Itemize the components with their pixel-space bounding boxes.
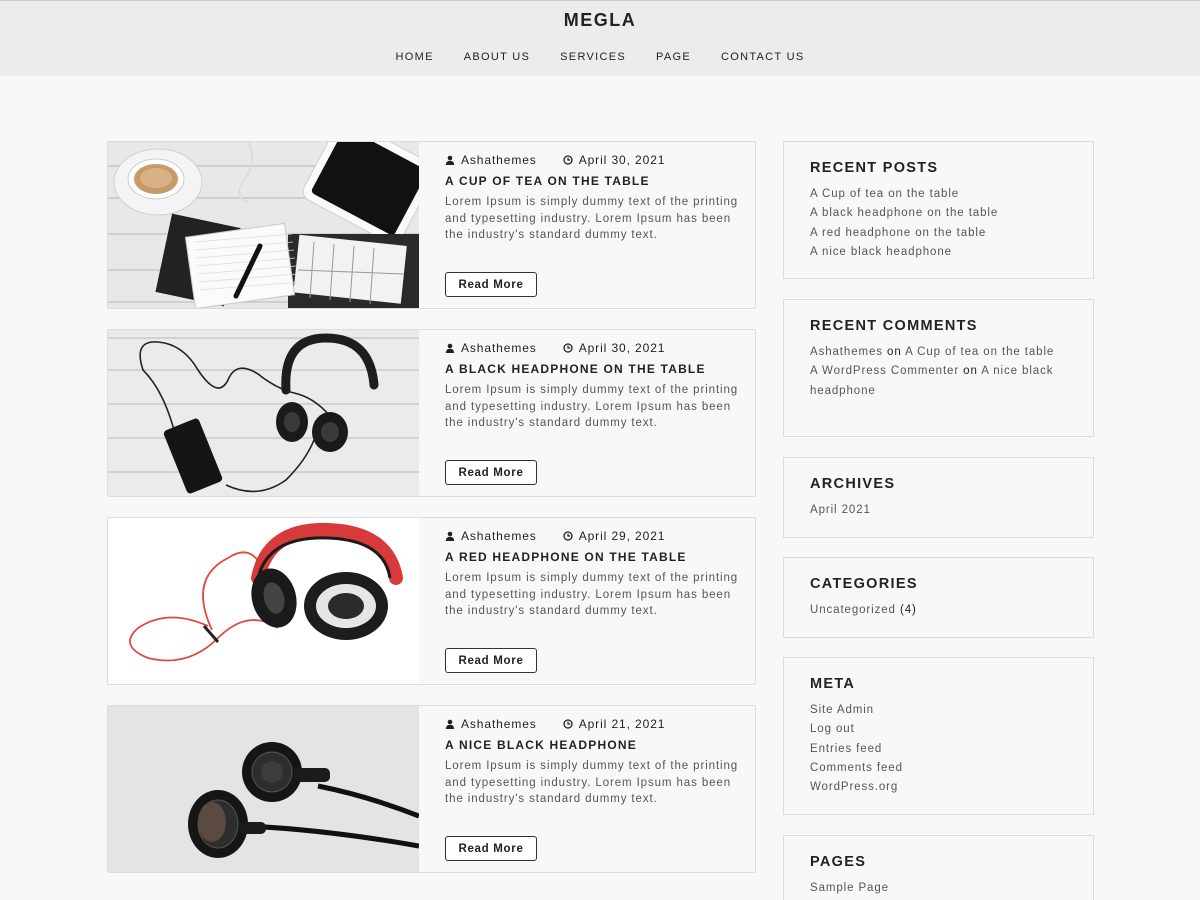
widget-title: RECENT COMMENTS	[810, 318, 978, 334]
comment-author-link[interactable]: A WordPress Commenter	[810, 365, 959, 377]
post-meta: Ashathemes April 21, 2021	[445, 717, 665, 731]
meta-entries-feed-link[interactable]: Entries feed	[810, 740, 1070, 759]
read-more-button[interactable]: Read More	[445, 460, 537, 485]
recent-comment: Ashathemes on A Cup of tea on the table	[810, 343, 1070, 362]
clock-icon	[563, 531, 573, 541]
post-thumbnail-black-headphone[interactable]	[108, 330, 419, 496]
post-excerpt: Lorem Ipsum is simply dummy text of the …	[445, 196, 739, 242]
post-excerpt: Lorem Ipsum is simply dummy text of the …	[445, 384, 739, 430]
clock-icon	[563, 155, 573, 165]
meta-comments-feed-link[interactable]: Comments feed	[810, 759, 1070, 778]
page-link[interactable]: Sample Page	[810, 879, 1070, 898]
post-thumbnail-earphones[interactable]	[108, 706, 419, 872]
post-title[interactable]: A RED HEADPHONE ON THE TABLE	[445, 550, 687, 564]
recent-post-link[interactable]: A black headphone on the table	[810, 204, 1070, 223]
user-icon	[445, 343, 455, 353]
post-date[interactable]: April 29, 2021	[579, 529, 666, 543]
user-icon	[445, 531, 455, 541]
nav-about-us[interactable]: ABOUT US	[464, 51, 530, 63]
widget-title: RECENT POSTS	[810, 160, 939, 176]
user-icon	[445, 155, 455, 165]
post-card: Ashathemes April 29, 2021 A RED HEADPHON…	[107, 517, 756, 685]
comment-on-text: on	[887, 346, 902, 358]
post-author[interactable]: Ashathemes	[461, 717, 537, 731]
widget-title: CATEGORIES	[810, 576, 918, 592]
widget-categories: CATEGORIES Uncategorized (4)	[783, 557, 1094, 638]
read-more-button[interactable]: Read More	[445, 272, 537, 297]
post-title[interactable]: A BLACK HEADPHONE ON THE TABLE	[445, 362, 706, 376]
nav-contact-us[interactable]: CONTACT US	[721, 51, 805, 63]
post-excerpt: Lorem Ipsum is simply dummy text of the …	[445, 760, 739, 806]
post-meta: Ashathemes April 30, 2021	[445, 341, 665, 355]
widget-title: META	[810, 676, 856, 692]
meta-log-out-link[interactable]: Log out	[810, 720, 1070, 739]
comment-author-link[interactable]: Ashathemes	[810, 346, 883, 358]
post-excerpt: Lorem Ipsum is simply dummy text of the …	[445, 572, 739, 618]
post-title[interactable]: A CUP OF TEA ON THE TABLE	[445, 174, 650, 188]
widget-pages: PAGES Sample Page	[783, 835, 1094, 900]
post-date[interactable]: April 30, 2021	[579, 153, 666, 167]
clock-icon	[563, 719, 573, 729]
widget-recent-comments: RECENT COMMENTS Ashathemes on A Cup of t…	[783, 299, 1094, 437]
main-nav: HOME ABOUT US SERVICES PAGE CONTACT US	[0, 51, 1200, 63]
nav-home[interactable]: HOME	[396, 51, 434, 63]
nav-services[interactable]: SERVICES	[560, 51, 626, 63]
recent-post-link[interactable]: A red headphone on the table	[810, 224, 1070, 243]
category-count: (4)	[899, 604, 917, 616]
post-date[interactable]: April 21, 2021	[579, 717, 666, 731]
category-link[interactable]: Uncategorized	[810, 604, 896, 616]
widget-recent-posts: RECENT POSTS A Cup of tea on the table A…	[783, 141, 1094, 279]
archive-link[interactable]: April 2021	[810, 501, 1070, 520]
widget-meta: META Site Admin Log out Entries feed Com…	[783, 657, 1094, 815]
post-card: Ashathemes April 30, 2021 A CUP OF TEA O…	[107, 141, 756, 309]
post-meta: Ashathemes April 30, 2021	[445, 153, 665, 167]
comment-on-text: on	[963, 365, 978, 378]
post-thumbnail-red-headphone[interactable]	[108, 518, 419, 684]
site-title[interactable]: MEGLA	[0, 10, 1200, 31]
read-more-button[interactable]: Read More	[445, 648, 537, 673]
nav-page[interactable]: PAGE	[656, 51, 691, 63]
read-more-button[interactable]: Read More	[445, 836, 537, 861]
category-item: Uncategorized (4)	[810, 601, 1070, 620]
post-card: Ashathemes April 30, 2021 A BLACK HEADPH…	[107, 329, 756, 497]
clock-icon	[563, 343, 573, 353]
site-header: MEGLA HOME ABOUT US SERVICES PAGE CONTAC…	[0, 0, 1200, 76]
comment-post-link[interactable]: A Cup of tea on the table	[905, 346, 1054, 358]
post-author[interactable]: Ashathemes	[461, 153, 537, 167]
post-meta: Ashathemes April 29, 2021	[445, 529, 665, 543]
widget-archives: ARCHIVES April 2021	[783, 457, 1094, 538]
recent-post-link[interactable]: A nice black headphone	[810, 243, 1070, 262]
widget-title: ARCHIVES	[810, 476, 896, 492]
post-thumbnail-tea[interactable]	[108, 142, 419, 308]
user-icon	[445, 719, 455, 729]
meta-wordpress-org-link[interactable]: WordPress.org	[810, 778, 1070, 797]
recent-post-link[interactable]: A Cup of tea on the table	[810, 185, 1070, 204]
post-author[interactable]: Ashathemes	[461, 529, 537, 543]
recent-comment: A WordPress Commenter on A nice black he…	[810, 362, 1070, 401]
post-card: Ashathemes April 21, 2021 A NICE BLACK H…	[107, 705, 756, 873]
post-title[interactable]: A NICE BLACK HEADPHONE	[445, 738, 637, 752]
meta-site-admin-link[interactable]: Site Admin	[810, 701, 1070, 720]
widget-title: PAGES	[810, 854, 867, 870]
post-date[interactable]: April 30, 2021	[579, 341, 666, 355]
post-author[interactable]: Ashathemes	[461, 341, 537, 355]
